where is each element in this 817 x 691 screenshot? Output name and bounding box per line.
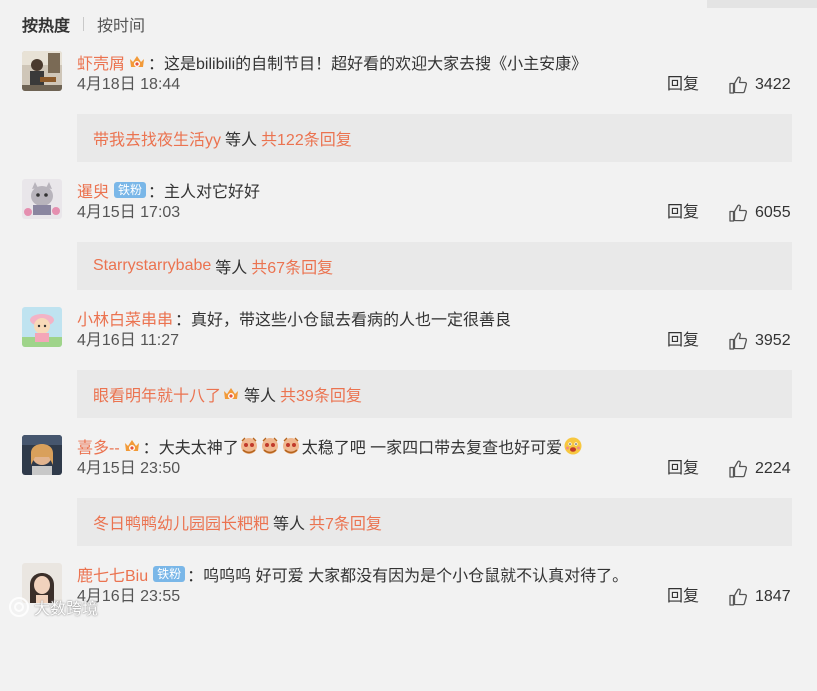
- username[interactable]: 暹臾: [77, 178, 109, 202]
- comment-item: 小林白菜串串 ： 真好，带这些小仓鼠去看病的人也一定很善良 4月16日 11:2…: [0, 307, 817, 435]
- reply-user-link[interactable]: Starrystarrybabe: [93, 257, 211, 275]
- reply-user-link[interactable]: 带我去找夜生活yy: [93, 126, 221, 150]
- like-count: 3422: [755, 76, 791, 93]
- username[interactable]: 鹿七七Biu: [77, 562, 148, 586]
- comment-item: 喜多-- ： 大夫太神了 太稳了吧 一家四口带去复查也好可爱 4月15日 23:…: [0, 435, 817, 563]
- like-button[interactable]: 1847: [728, 585, 791, 609]
- comment-date: 4月15日 23:50: [77, 460, 181, 477]
- username[interactable]: 虾壳屑: [77, 50, 125, 74]
- worship-emoji-icon: [241, 437, 258, 454]
- sort-bar: 按热度 按时间: [22, 12, 145, 36]
- excited-face-emoji-icon: [564, 437, 582, 455]
- total-replies-link[interactable]: 共122条回复: [261, 126, 352, 150]
- username[interactable]: 小林白菜串串: [77, 306, 173, 330]
- comment-text: 这是bilibili的自制节目！超好看的欢迎大家去搜《小主安康》: [164, 56, 588, 73]
- comment-text: 主人对它好好: [164, 184, 261, 201]
- comment-item: 暹臾 铁粉 ： 主人对它好好 4月15日 17:03 回复 6055 Starr…: [0, 179, 817, 307]
- comment-date: 4月18日 18:44: [77, 76, 181, 93]
- worship-emoji-icon: [262, 437, 279, 454]
- thumbs-up-icon: [729, 76, 748, 94]
- vip-crown-icon: [128, 53, 146, 71]
- reply-button[interactable]: 回复: [667, 202, 699, 224]
- comment-item: 鹿七七Biu 铁粉 ： 呜呜呜 好可爱 大家都没有因为是个小仓鼠就不认真对待了。…: [0, 563, 817, 691]
- comment-text-part: 大夫太神了: [158, 440, 239, 457]
- watermark: 大数跨境: [8, 595, 98, 619]
- reply-user-link[interactable]: 冬日鸭鸭幼儿园园长粑粑: [93, 510, 269, 534]
- fan-badge: 铁粉: [153, 566, 186, 582]
- sort-divider: [83, 17, 85, 31]
- username[interactable]: 喜多--: [77, 434, 120, 458]
- reply-button[interactable]: 回复: [667, 586, 699, 608]
- avatar[interactable]: [22, 179, 62, 219]
- comment-text: 呜呜呜 好可爱 大家都没有因为是个小仓鼠就不认真对待了。: [203, 568, 629, 585]
- top-fade: [707, 0, 817, 8]
- comment-date: 4月15日 17:03: [77, 204, 181, 221]
- thumbs-up-icon: [729, 460, 748, 478]
- replies-summary[interactable]: 眼看明年就十八了 等人 共39条回复: [77, 370, 792, 418]
- reply-button[interactable]: 回复: [667, 74, 699, 96]
- fan-badge: 铁粉: [114, 182, 147, 198]
- thumbs-up-icon: [729, 332, 748, 350]
- reply-button[interactable]: 回复: [667, 330, 699, 352]
- avatar[interactable]: [22, 307, 62, 347]
- watermark-logo-icon: [9, 597, 29, 617]
- replies-summary[interactable]: 冬日鸭鸭幼儿园园长粑粑 等人 共7条回复: [77, 498, 792, 546]
- replies-summary[interactable]: Starrystarrybabe 等人 共67条回复: [77, 242, 792, 290]
- total-replies-link[interactable]: 共7条回复: [309, 510, 382, 534]
- reply-button[interactable]: 回复: [667, 458, 699, 480]
- like-count: 6055: [755, 204, 791, 221]
- worship-emoji-icon: [283, 437, 300, 454]
- sort-by-time-tab[interactable]: 按时间: [97, 12, 145, 36]
- like-count: 1847: [755, 588, 791, 605]
- reply-user-link[interactable]: 眼看明年就十八了: [93, 382, 221, 406]
- vip-crown-icon: [222, 385, 240, 403]
- comment-item: 虾壳屑 ： 这是bilibili的自制节目！超好看的欢迎大家去搜《小主安康》 4…: [0, 51, 817, 179]
- like-count: 3952: [755, 332, 791, 349]
- total-replies-link[interactable]: 共67条回复: [251, 254, 333, 278]
- like-count: 2224: [755, 460, 791, 477]
- total-replies-link[interactable]: 共39条回复: [280, 382, 362, 406]
- vip-crown-icon: [123, 437, 141, 455]
- thumbs-up-icon: [729, 204, 748, 222]
- like-button[interactable]: 3422: [728, 73, 791, 97]
- sort-by-hot-tab[interactable]: 按热度: [22, 12, 70, 36]
- replies-summary[interactable]: 带我去找夜生活yy 等人 共122条回复: [77, 114, 792, 162]
- comment-text: 真好，带这些小仓鼠去看病的人也一定很善良: [191, 312, 512, 329]
- comment-date: 4月16日 11:27: [77, 332, 179, 349]
- like-button[interactable]: 3952: [728, 329, 791, 353]
- comment-text-part: 太稳了吧 一家四口带去复查也好可爱: [301, 440, 563, 457]
- like-button[interactable]: 2224: [728, 457, 791, 481]
- avatar[interactable]: [22, 51, 62, 91]
- like-button[interactable]: 6055: [728, 201, 791, 225]
- avatar[interactable]: [22, 435, 62, 475]
- thumbs-up-icon: [729, 588, 748, 606]
- watermark-text: 大数跨境: [34, 601, 99, 618]
